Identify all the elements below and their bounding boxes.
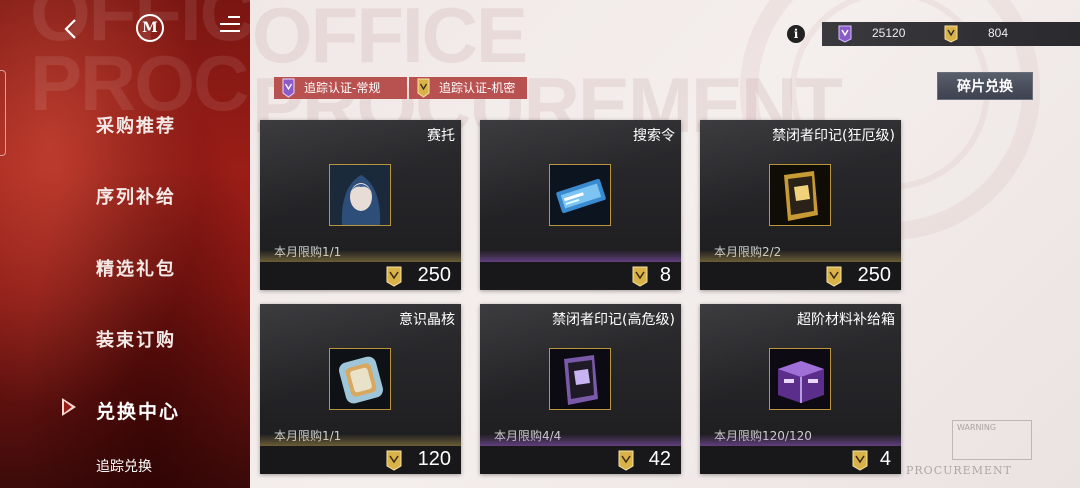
classified-cert-icon (618, 450, 634, 471)
consciousness-core-image (329, 348, 391, 410)
price-value: 4 (879, 448, 891, 470)
price-value: 250 (417, 264, 451, 286)
price-value: 250 (857, 264, 891, 286)
mark-danger-image (549, 348, 611, 410)
classified-cert-icon (386, 266, 402, 287)
sidebar-drawer-handle[interactable] (0, 70, 6, 156)
card-title: 搜索令 (633, 128, 675, 144)
rarity-glow (700, 250, 901, 262)
warning-label: WARNING (952, 420, 1032, 460)
shop-card-search-order[interactable]: 搜索令 8 (480, 120, 681, 290)
card-title: 意识晶核 (399, 312, 455, 328)
filter-classified-label: 追踪认证-机密 (439, 81, 516, 95)
material-box-image (769, 348, 831, 410)
sidebar-item-supply[interactable]: 序列补给 (96, 183, 176, 209)
price-bar: 250 (260, 262, 461, 290)
classified-cert-icon (417, 78, 430, 98)
card-title: 超阶材料补给箱 (797, 312, 895, 328)
standard-currency-value: 25120 (872, 26, 906, 40)
shop-card-material-box[interactable]: 超阶材料补给箱 本月限购120/120 4 (700, 304, 901, 474)
card-title: 禁闭者印记(狂厄级) (772, 128, 895, 144)
classified-currency-value: 804 (988, 26, 1009, 40)
price-value: 120 (417, 448, 451, 470)
filter-standard-cert[interactable]: 追踪认证-常规 (274, 77, 407, 99)
sidebar-item-packs[interactable]: 精选礼包 (96, 255, 176, 281)
classified-cert-icon (944, 25, 958, 43)
shop-card-consciousness-core[interactable]: 意识晶核 本月限购1/1 120 (260, 304, 461, 474)
card-title: 赛托 (427, 128, 455, 144)
rarity-glow (260, 250, 461, 262)
price-bar: 4 (700, 446, 901, 474)
rarity-glow (700, 434, 901, 446)
chevron-left-icon (64, 19, 76, 39)
price-value: 42 (648, 448, 671, 470)
sidebar-item-recommend[interactable]: 采购推荐 (96, 112, 176, 138)
price-bar: 120 (260, 446, 461, 474)
rarity-glow (480, 250, 681, 262)
home-logo-button[interactable]: M (136, 14, 164, 42)
shop-card-mark-danger[interactable]: 禁闭者印记(高危级) 本月限购4/4 42 (480, 304, 681, 474)
footer-brand-text: PROCUREMENT (906, 464, 1012, 477)
classified-cert-icon (826, 266, 842, 287)
info-icon[interactable]: i (787, 25, 805, 43)
classified-cert-icon (852, 450, 868, 471)
classified-cert-icon (632, 266, 648, 287)
shop-card-mark-frenzy[interactable]: 禁闭者印记(狂厄级) 本月限购2/2 250 (700, 120, 901, 290)
price-bar: 42 (480, 446, 681, 474)
currency-bar: 25120 804 (822, 22, 1080, 46)
rarity-glow (260, 434, 461, 446)
filter-standard-label: 追踪认证-常规 (304, 81, 381, 95)
standard-cert-icon (838, 25, 852, 43)
price-bar: 250 (700, 262, 901, 290)
mark-frenzy-image (769, 164, 831, 226)
menu-icon[interactable] (216, 16, 240, 40)
sidebar-item-outfits[interactable]: 装束订购 (96, 326, 176, 352)
sidebar-watermark-line-2: PROCUREMENT (30, 39, 250, 127)
standard-cert-icon (282, 78, 295, 98)
card-title: 禁闭者印记(高危级) (552, 312, 675, 328)
active-arrow-icon (62, 398, 76, 416)
back-button[interactable] (56, 14, 86, 44)
character-portrait-image (329, 164, 391, 226)
classified-cert-icon (386, 450, 402, 471)
watermark-text: OFFICE PROCUREMENT (252, 0, 843, 144)
shop-card-saito[interactable]: 赛托 本月限购1/1 250 (260, 120, 461, 290)
price-bar: 8 (480, 262, 681, 290)
sidebar: OFFICE PROCUREMENT M 采购推荐 序列补给 精选礼包 装束订购… (0, 0, 250, 488)
price-value: 8 (659, 264, 671, 286)
rarity-glow (480, 434, 681, 446)
filter-classified-cert[interactable]: 追踪认证-机密 (409, 77, 527, 99)
watermark-line-1: OFFICE (252, 0, 528, 79)
search-order-ticket-image (549, 164, 611, 226)
fragment-exchange-button[interactable]: 碎片兑换 (937, 72, 1033, 100)
sidebar-subitem-tracking-exchange[interactable]: 追踪兑换 (96, 456, 152, 476)
sidebar-item-exchange[interactable]: 兑换中心 (96, 397, 180, 424)
